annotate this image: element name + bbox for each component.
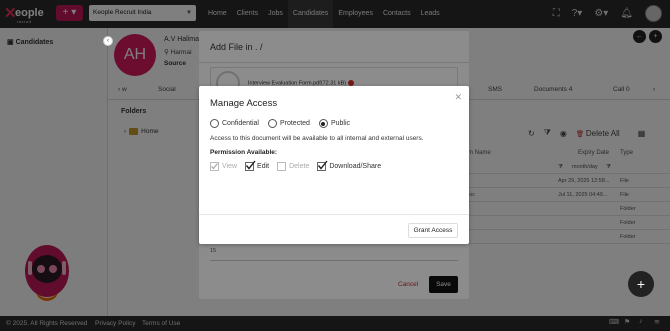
radio-public[interactable]: Public [318,119,350,128]
permission-edit[interactable]: Edit [245,160,269,171]
access-level-group: Confidential Protected Public [210,119,359,128]
close-icon[interactable]: ✕ [454,92,462,103]
checkbox-delete [277,162,287,171]
radio-circle[interactable] [267,119,277,128]
permission-delete: Delete [277,162,309,171]
checkbox-download-share[interactable] [317,160,328,171]
permission-label: Permission Available: [210,149,278,156]
radio-circle[interactable] [210,119,219,128]
manage-access-dialog: Manage Access ✕ Confidential Protected P… [199,86,469,244]
radio-circle-selected[interactable] [318,119,328,128]
access-description: Access to this document will be availabl… [210,135,424,142]
radio-protected[interactable]: Protected [267,119,310,128]
grant-access-button[interactable]: Grant Access [408,223,458,238]
permission-group: View Edit Delete Download/Share [210,160,389,171]
dialog-title: Manage Access [210,98,278,109]
floating-add-button[interactable]: + [628,271,654,297]
checkbox-edit[interactable] [245,160,256,171]
divider [199,214,469,215]
radio-confidential[interactable]: Confidential [210,119,259,128]
sidebar-collapse-button[interactable]: ‹ [103,36,113,46]
permission-view: View [210,162,237,171]
permission-download-share[interactable]: Download/Share [317,160,381,171]
checkbox-view [210,162,219,171]
